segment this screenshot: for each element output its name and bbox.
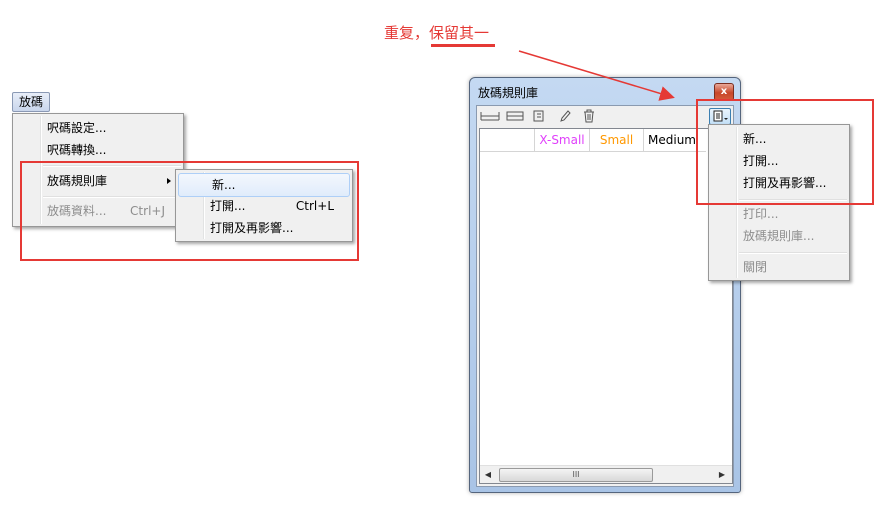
annotation-prefix: 重复， — [384, 24, 430, 42]
annotation-text: 重复，保留其一 — [384, 22, 489, 43]
menu-item-label: 呎碼設定... — [47, 121, 107, 135]
dropdown-item-rule-library[interactable]: 放碼規則庫... — [709, 225, 849, 247]
row-height-icon[interactable] — [506, 109, 524, 123]
rule-grid[interactable]: X-Small Small Medium ◀ III ▶ — [479, 128, 733, 484]
menu-item-label: 打印... — [743, 207, 779, 221]
scroll-left-icon[interactable]: ◀ — [480, 466, 496, 483]
menu-item-size-setup[interactable]: 呎碼設定... — [13, 117, 183, 139]
toolbar — [477, 106, 733, 126]
scroll-right-icon[interactable]: ▶ — [714, 466, 730, 483]
menu-item-label: 放碼規則庫... — [743, 229, 815, 243]
menu-item-label: 關閉 — [743, 260, 768, 274]
grid-header-xsmall[interactable]: X-Small — [535, 129, 590, 152]
left-highlight-box — [20, 161, 359, 261]
annotation-highlight: 保留其一 — [429, 24, 490, 42]
menu-item-size-convert[interactable]: 呎碼轉換... — [13, 139, 183, 161]
annotation-underline — [431, 44, 495, 47]
horizontal-scrollbar[interactable]: ◀ III ▶ — [480, 465, 732, 483]
pencil-icon[interactable] — [558, 109, 572, 123]
dropdown-item-close[interactable]: 關閉 — [709, 256, 849, 278]
menu-separator — [739, 252, 847, 254]
grid-header-small[interactable]: Small — [590, 129, 644, 152]
dropdown-item-print[interactable]: 打印... — [709, 203, 849, 225]
menu-item-label: 呎碼轉換... — [47, 143, 107, 157]
scroll-thumb[interactable]: III — [499, 468, 653, 482]
copy-icon[interactable] — [532, 109, 546, 123]
right-highlight-box — [696, 99, 874, 205]
menubar-grading-button[interactable]: 放碼 — [12, 92, 50, 112]
trash-icon[interactable] — [582, 109, 596, 123]
window-title: 放碼規則庫 — [478, 86, 539, 100]
grid-header-blank[interactable] — [480, 129, 535, 152]
column-width-icon[interactable] — [480, 109, 500, 123]
